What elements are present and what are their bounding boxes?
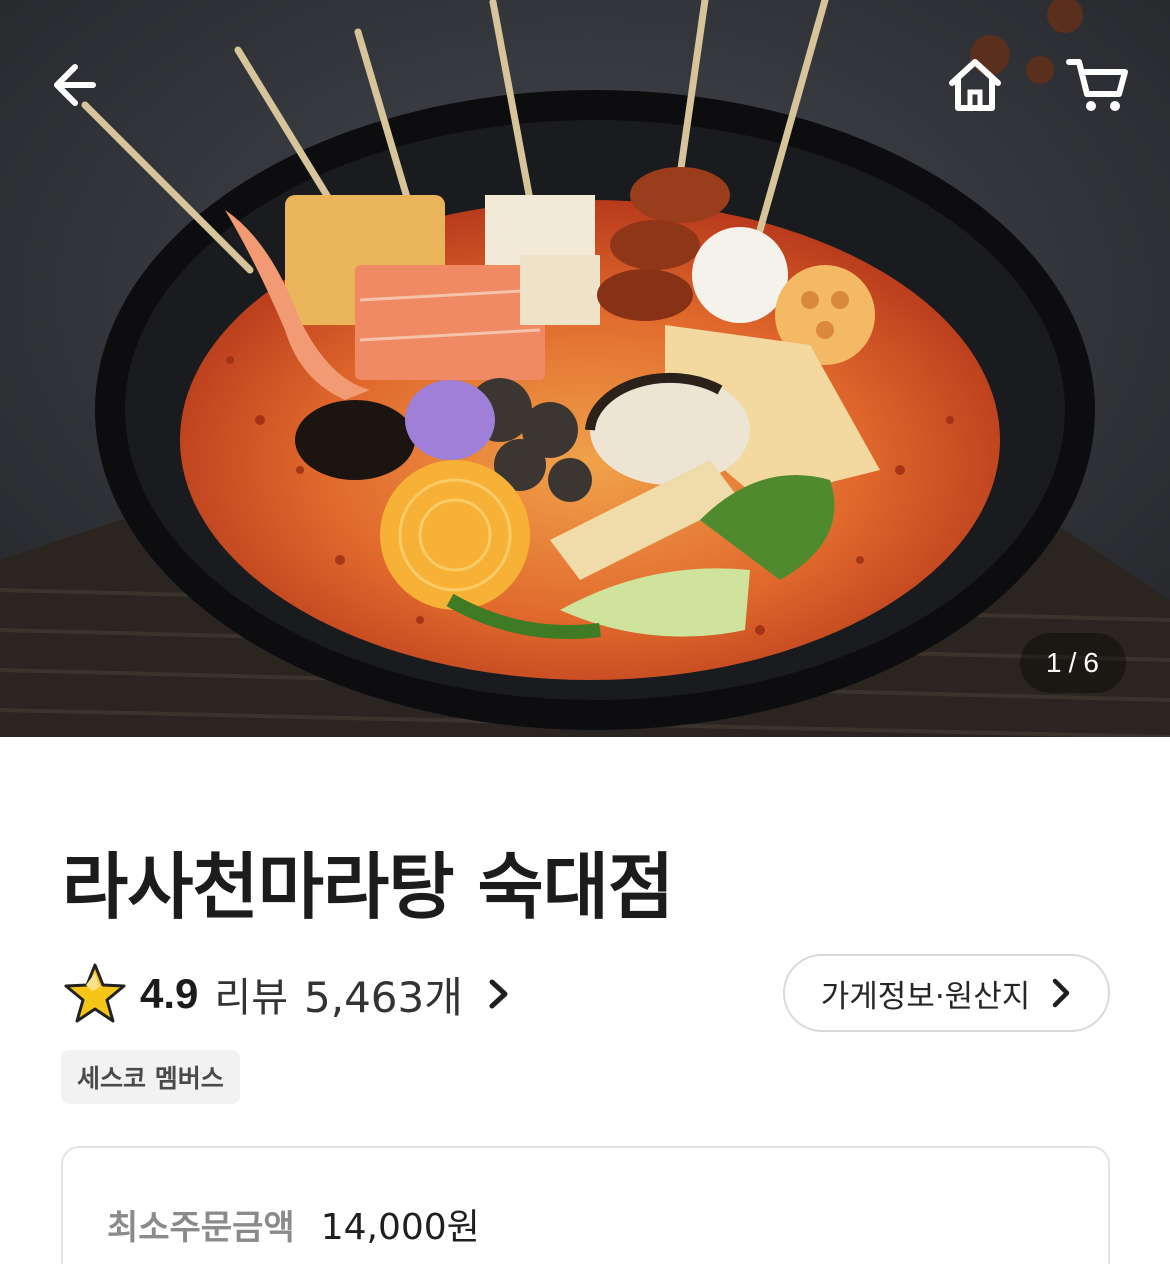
store-detail-screen: 1 / 6 라사천마라탕 숙대점 4.9 리뷰 5,463개 가게정보·원산지 … xyxy=(0,0,1170,1264)
star-icon xyxy=(64,963,126,1023)
rating-value: 4.9 xyxy=(140,970,199,1017)
image-counter-current: 1 xyxy=(1046,647,1063,678)
min-order-label: 최소주문금액 xyxy=(107,1207,295,1248)
cart-icon xyxy=(1066,59,1128,111)
image-counter: 1 / 6 xyxy=(1020,633,1126,693)
review-count: 5,463개 xyxy=(304,972,463,1022)
cart-button[interactable] xyxy=(1060,50,1136,120)
chevron-right-icon xyxy=(489,979,508,1009)
arrow-left-icon xyxy=(54,64,96,106)
store-info-origin-label: 가게정보·원산지 xyxy=(820,978,1031,1015)
min-order-row: 최소주문금액 14,000원 xyxy=(107,1198,480,1250)
min-order-value: 14,000원 xyxy=(320,1207,480,1248)
image-counter-separator: / xyxy=(1068,647,1078,678)
image-counter-total: 6 xyxy=(1083,647,1100,678)
chevron-right-icon xyxy=(1053,978,1070,1008)
home-button[interactable] xyxy=(940,50,1010,120)
store-info-origin-button[interactable]: 가게정보·원산지 xyxy=(783,954,1110,1032)
home-icon xyxy=(949,59,1001,111)
review-label: 리뷰 xyxy=(214,975,288,1021)
rating-row: 4.9 리뷰 5,463개 xyxy=(62,956,515,1032)
hero-photo-carousel[interactable]: 1 / 6 xyxy=(0,0,1170,737)
review-link[interactable]: 리뷰 5,463개 xyxy=(214,964,515,1025)
cesco-member-badge: 세스코 멤버스 xyxy=(61,1050,240,1104)
back-button[interactable] xyxy=(40,50,110,120)
store-name: 라사천마라탕 숙대점 xyxy=(62,845,674,929)
order-info-card: 최소주문금액 14,000원 xyxy=(61,1146,1110,1264)
